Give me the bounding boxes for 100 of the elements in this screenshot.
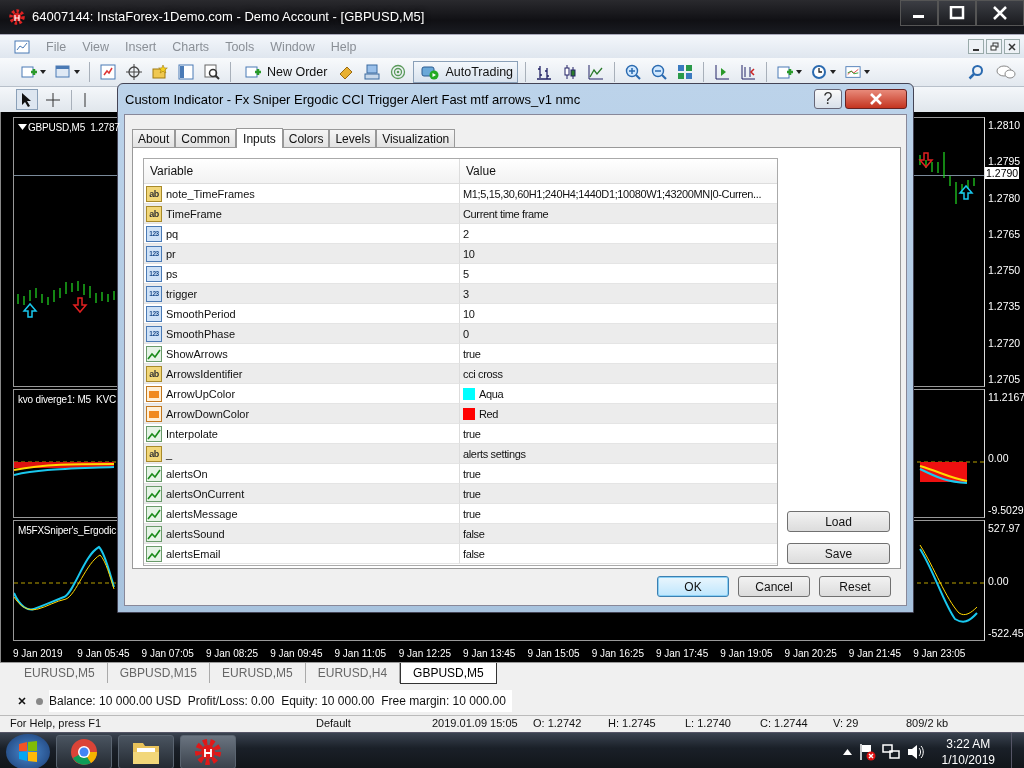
clock-time[interactable]: 3:22 AM xyxy=(946,736,991,752)
input-value[interactable]: true xyxy=(463,507,481,520)
input-value[interactable]: false xyxy=(463,547,485,560)
clock-date[interactable]: 1/10/2019 xyxy=(941,752,995,768)
dialog-button[interactable]: OK xyxy=(657,576,729,597)
dropdown-icon[interactable] xyxy=(864,70,871,74)
network-icon[interactable] xyxy=(881,743,900,761)
variable-name: alertsEmail xyxy=(166,547,221,560)
autotrading-button[interactable]: AutoTrading xyxy=(413,61,519,83)
chat-icon[interactable] xyxy=(996,64,1016,80)
axis-label: 1.2780 xyxy=(987,191,1022,204)
speaker-icon[interactable] xyxy=(905,743,924,761)
dropdown-icon[interactable] xyxy=(74,70,80,74)
input-value[interactable]: false xyxy=(463,527,485,540)
data-window-icon[interactable] xyxy=(178,64,194,80)
status-text: L: 1.2740 xyxy=(685,717,731,729)
input-value[interactable]: Current time frame xyxy=(463,207,549,220)
help-button[interactable]: ? xyxy=(814,89,842,109)
chart-shift-icon[interactable] xyxy=(714,64,731,80)
close-button[interactable] xyxy=(976,0,1024,26)
tester-icon[interactable] xyxy=(204,64,220,80)
dropdown-icon[interactable] xyxy=(796,70,803,74)
candlestick-icon[interactable] xyxy=(562,64,579,80)
dialog-button[interactable]: Cancel xyxy=(738,576,810,597)
autotrading-icon[interactable] xyxy=(421,64,440,80)
dialog-button[interactable]: Load xyxy=(787,511,890,532)
minimize-button[interactable] xyxy=(968,39,984,54)
input-value[interactable]: M1;5,15,30,60H1;240H4;1440D1;10080W1;43200MN|0-Curren... xyxy=(463,187,762,200)
column-header[interactable]: Value xyxy=(460,159,777,183)
flag-icon[interactable] xyxy=(857,743,876,761)
indicators-icon[interactable] xyxy=(777,64,794,80)
dialog-tab[interactable]: Visualization xyxy=(376,129,456,147)
new-chart-icon[interactable] xyxy=(21,64,37,80)
input-value[interactable]: 5 xyxy=(463,267,469,280)
variable-name: alertsOnCurrent xyxy=(166,487,245,500)
zoom-out-icon[interactable] xyxy=(651,64,668,80)
boolean-type-icon xyxy=(146,345,162,362)
bar-chart-icon[interactable] xyxy=(536,64,553,80)
close-icon[interactable] xyxy=(18,697,26,705)
close-button[interactable] xyxy=(845,89,907,109)
expert-icon[interactable] xyxy=(364,64,381,80)
input-value[interactable]: 0 xyxy=(463,327,469,340)
input-value[interactable]: 3 xyxy=(463,287,469,300)
chart-tab[interactable]: GBPUSD,M5 xyxy=(400,663,497,684)
profiles-icon[interactable] xyxy=(55,64,71,80)
dialog-button[interactable]: Save xyxy=(787,543,890,564)
input-value[interactable]: true xyxy=(463,347,481,360)
periods-icon[interactable] xyxy=(811,64,828,80)
crosshair-icon[interactable] xyxy=(45,91,61,108)
input-value[interactable]: true xyxy=(463,487,481,500)
status-dot-icon xyxy=(36,697,43,705)
dropdown-icon[interactable] xyxy=(40,70,46,74)
new-order-icon[interactable] xyxy=(245,64,261,80)
dialog-tab[interactable]: Levels xyxy=(329,129,377,147)
dialog-tab[interactable]: About xyxy=(132,129,176,147)
dialog-tab[interactable]: Inputs xyxy=(236,128,283,148)
search-icon[interactable] xyxy=(968,64,984,80)
input-value[interactable]: 10 xyxy=(463,307,475,320)
chart-tab[interactable]: EURUSD,M5 xyxy=(210,663,306,683)
start-button[interactable] xyxy=(6,734,50,768)
editor-icon[interactable] xyxy=(338,64,355,80)
column-header[interactable]: Variable xyxy=(144,159,460,183)
chart-tab[interactable]: EURUSD,M5 xyxy=(12,663,108,683)
line-chart-icon[interactable] xyxy=(588,64,605,80)
trading-app-icon[interactable] xyxy=(180,735,236,768)
zoom-in-icon[interactable] xyxy=(625,64,642,80)
show-hidden-icon[interactable] xyxy=(842,749,852,755)
axis-label: 1.2765 xyxy=(987,227,1022,240)
axis-label: 1.2795 xyxy=(987,155,1022,168)
input-value[interactable]: 2 xyxy=(463,227,469,240)
market-watch-icon[interactable] xyxy=(100,64,116,80)
axis-label: 527.97 xyxy=(987,522,1022,534)
dialog-tab[interactable]: Common xyxy=(175,129,237,147)
navigator-icon[interactable] xyxy=(126,64,142,80)
input-value[interactable]: cci cross xyxy=(463,367,503,380)
signal-icon[interactable] xyxy=(390,64,407,80)
tile-windows-icon[interactable] xyxy=(677,64,694,80)
dialog-button[interactable]: Reset xyxy=(819,576,891,597)
cursor-icon[interactable] xyxy=(21,91,33,108)
input-value[interactable]: true xyxy=(463,427,481,440)
auto-scroll-icon[interactable] xyxy=(740,64,757,80)
input-value[interactable]: 10 xyxy=(463,247,475,260)
input-value[interactable]: Aqua xyxy=(479,387,504,400)
input-value[interactable]: true xyxy=(463,467,481,480)
cursor-tool[interactable] xyxy=(16,89,38,110)
caret-icon[interactable] xyxy=(18,124,27,130)
maximize-icon[interactable] xyxy=(949,6,965,20)
new-order-button[interactable]: New Order xyxy=(238,62,332,82)
dialog-tab[interactable]: Colors xyxy=(282,129,330,147)
favorites-icon[interactable] xyxy=(152,64,168,80)
input-value[interactable]: Red xyxy=(479,407,499,420)
input-value[interactable]: alerts settings xyxy=(463,447,526,460)
browser-icon[interactable] xyxy=(56,735,112,768)
dropdown-icon[interactable] xyxy=(830,70,837,74)
folder-icon[interactable] xyxy=(118,735,174,768)
chart-tab[interactable]: GBPUSD,M15 xyxy=(107,663,211,683)
close-icon[interactable] xyxy=(1008,42,1016,51)
close-button[interactable] xyxy=(1004,39,1020,54)
minimize-button[interactable] xyxy=(900,0,938,26)
maximize-button[interactable] xyxy=(938,0,976,26)
